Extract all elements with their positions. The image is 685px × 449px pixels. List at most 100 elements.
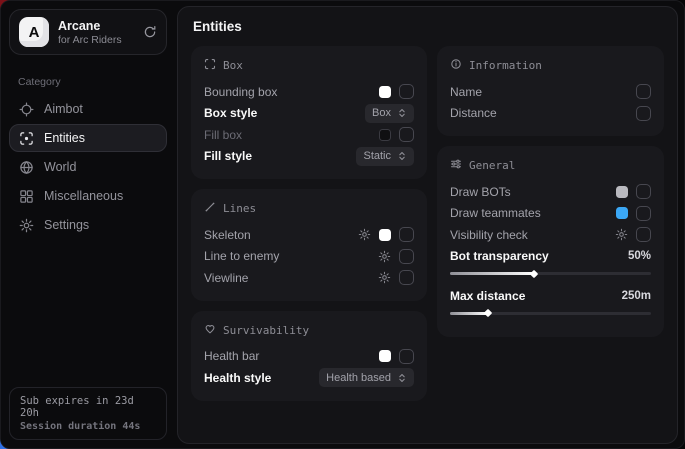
- globe-icon: [19, 160, 34, 175]
- sidebar-item-aimbot[interactable]: Aimbot: [9, 95, 167, 123]
- setting-row-line-to-enemy: Line to enemy: [204, 246, 414, 268]
- checkbox[interactable]: [636, 106, 651, 121]
- setting-label: Skeleton: [204, 228, 251, 242]
- card-header: Lines: [204, 201, 414, 216]
- setting-row-max-distance: Max distance 250m: [450, 285, 651, 307]
- scan-brackets-icon: [204, 58, 216, 73]
- app-window: A Arcane for Arc Riders Category: [0, 0, 685, 449]
- setting-label: Health bar: [204, 349, 259, 363]
- setting-label: Fill box: [204, 128, 242, 142]
- checkbox[interactable]: [399, 349, 414, 364]
- checkbox[interactable]: [399, 227, 414, 242]
- right-column: Information Name Distance: [437, 46, 664, 411]
- sidebar-item-label: Settings: [44, 218, 89, 232]
- card-title: Survivability: [223, 324, 309, 337]
- setting-label: Draw teammates: [450, 206, 541, 220]
- slider-knob[interactable]: [484, 309, 492, 317]
- card-survivability: Survivability Health bar Health style: [191, 311, 427, 401]
- color-swatch[interactable]: [379, 229, 391, 241]
- color-swatch[interactable]: [379, 350, 391, 362]
- setting-row-fill-box: Fill box: [204, 124, 414, 146]
- checkbox[interactable]: [399, 127, 414, 142]
- slider-fill: [450, 272, 534, 275]
- card-title: Box: [223, 59, 243, 72]
- slider-knob[interactable]: [530, 269, 538, 277]
- color-swatch[interactable]: [616, 186, 628, 198]
- brand-card: A Arcane for Arc Riders: [9, 9, 167, 55]
- chevrons-up-down-icon: [397, 373, 407, 383]
- max-distance-slider[interactable]: [450, 312, 651, 315]
- brand-subtitle: for Arc Riders: [58, 34, 134, 46]
- sidebar-item-settings[interactable]: Settings: [9, 211, 167, 239]
- slider-value: 250m: [622, 290, 651, 302]
- checkbox[interactable]: [636, 206, 651, 221]
- sidebar-item-label: Miscellaneous: [44, 189, 123, 203]
- color-swatch[interactable]: [379, 86, 391, 98]
- brand-name: Arcane: [58, 19, 134, 33]
- avatar: A: [19, 17, 49, 47]
- sliders-icon: [450, 158, 462, 173]
- scan-dot-icon: [19, 131, 34, 146]
- grid-icon: [19, 189, 34, 204]
- setting-label: Line to enemy: [204, 249, 279, 263]
- setting-row-bot-transparency: Bot transparency 50%: [450, 246, 651, 268]
- card-information: Information Name Distance: [437, 46, 664, 136]
- sidebar-nav: Aimbot Entities: [1, 95, 175, 239]
- setting-row-draw-teammates: Draw teammates: [450, 203, 651, 225]
- setting-row-skeleton: Skeleton: [204, 224, 414, 246]
- diagonal-line-icon: [204, 201, 216, 216]
- setting-label: Distance: [450, 106, 497, 120]
- setting-label: Bot transparency: [450, 249, 549, 263]
- checkbox[interactable]: [636, 184, 651, 199]
- gear-icon[interactable]: [615, 228, 628, 241]
- color-swatch[interactable]: [379, 129, 391, 141]
- subscription-card: Sub expires in 23d 20h Session duration …: [9, 387, 167, 440]
- setting-row-viewline: Viewline: [204, 267, 414, 289]
- checkbox[interactable]: [636, 84, 651, 99]
- setting-row-health-bar: Health bar: [204, 346, 414, 368]
- sidebar-item-miscellaneous[interactable]: Miscellaneous: [9, 182, 167, 210]
- setting-row-visibility-check: Visibility check: [450, 224, 651, 246]
- desktop-background: A Arcane for Arc Riders Category: [0, 0, 685, 449]
- left-column: Box Bounding box Box style: [191, 46, 427, 411]
- card-general: General Draw BOTs Draw teammates: [437, 146, 664, 337]
- category-label: Category: [18, 76, 175, 88]
- setting-row-name: Name: [450, 81, 651, 103]
- bot-transparency-slider[interactable]: [450, 272, 651, 275]
- sidebar-item-label: World: [44, 160, 76, 174]
- page-title: Entities: [178, 7, 677, 44]
- gear-icon[interactable]: [378, 250, 391, 263]
- setting-label: Health style: [204, 371, 271, 385]
- sidebar: A Arcane for Arc Riders Category: [1, 1, 175, 448]
- checkbox[interactable]: [399, 84, 414, 99]
- card-title: Lines: [223, 202, 256, 215]
- sidebar-item-label: Aimbot: [44, 102, 83, 116]
- setting-row-distance: Distance: [450, 103, 651, 125]
- refresh-icon[interactable]: [143, 25, 157, 39]
- sidebar-item-entities[interactable]: Entities: [9, 124, 167, 152]
- setting-label: Name: [450, 85, 482, 99]
- slider-value: 50%: [628, 250, 651, 262]
- card-header: General: [450, 158, 651, 173]
- checkbox[interactable]: [636, 227, 651, 242]
- box-style-dropdown[interactable]: Box: [365, 104, 414, 123]
- main-panel: Entities Box: [177, 6, 678, 444]
- chevrons-up-down-icon: [397, 108, 407, 118]
- chevrons-up-down-icon: [397, 151, 407, 161]
- heart-icon: [204, 323, 216, 338]
- sub-expires-text: Sub expires in 23d 20h: [20, 395, 156, 419]
- setting-label: Max distance: [450, 289, 525, 303]
- color-swatch[interactable]: [616, 207, 628, 219]
- card-box: Box Bounding box Box style: [191, 46, 427, 179]
- card-header: Information: [450, 58, 651, 73]
- health-style-dropdown[interactable]: Health based: [319, 368, 414, 387]
- checkbox[interactable]: [399, 270, 414, 285]
- fill-style-dropdown[interactable]: Static: [356, 147, 414, 166]
- gear-icon[interactable]: [358, 228, 371, 241]
- setting-label: Visibility check: [450, 228, 528, 242]
- card-header: Survivability: [204, 323, 414, 338]
- checkbox[interactable]: [399, 249, 414, 264]
- gear-icon[interactable]: [378, 271, 391, 284]
- info-icon: [450, 58, 462, 73]
- sidebar-item-world[interactable]: World: [9, 153, 167, 181]
